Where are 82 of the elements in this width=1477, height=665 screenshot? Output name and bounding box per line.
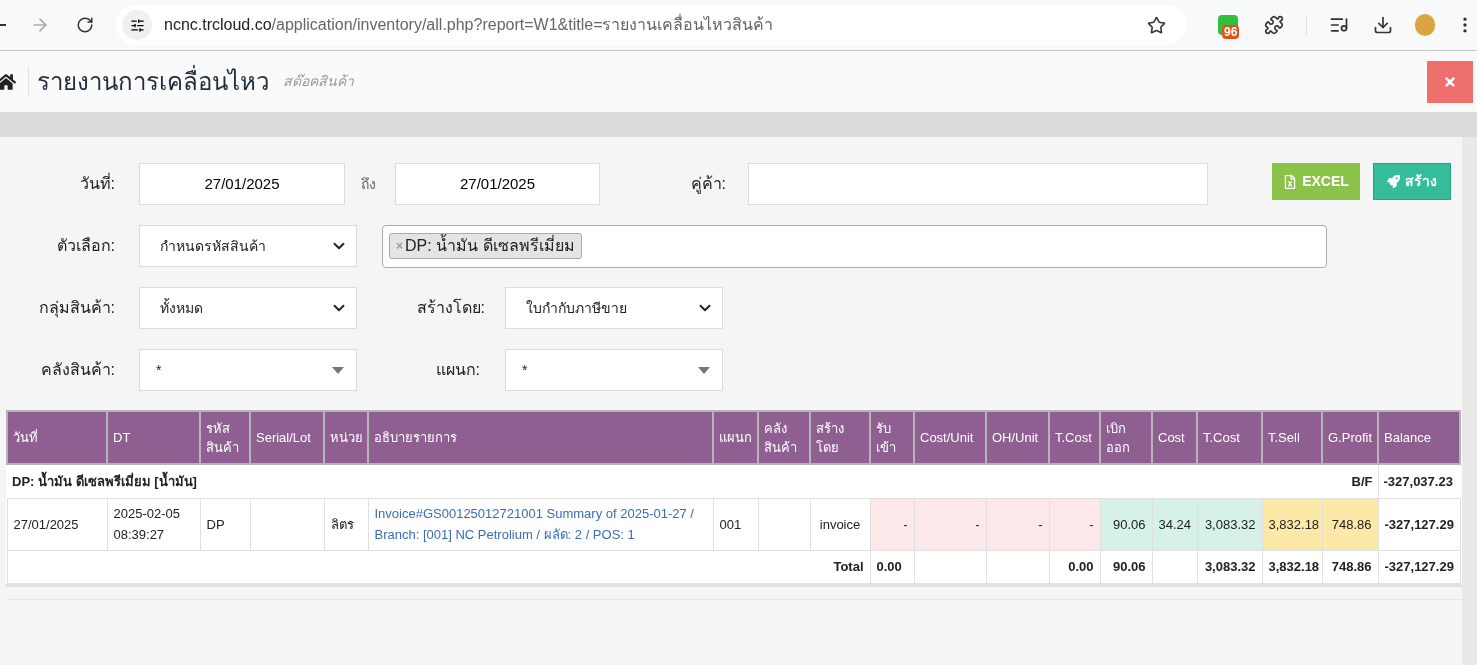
address-bar[interactable]: ncnc.trcloud.co/application/inventory/all.php?report=W1&title=รายงานเคลื่อนไหวสินค้า (116, 5, 1186, 45)
column-header: สร้าง โดย (810, 411, 870, 464)
column-header: แผนก (713, 411, 758, 464)
rocket-icon (1387, 175, 1400, 188)
column-header: Serial/Lot (250, 411, 324, 464)
bf-label: B/F (1351, 472, 1373, 491)
column-header: Cost/Unit (914, 411, 986, 464)
table-cell: invoice (810, 498, 870, 550)
download-icon[interactable] (1373, 15, 1393, 35)
page-subtitle: สต๊อคสินค้า (283, 72, 354, 91)
reload-icon[interactable] (76, 16, 94, 34)
column-header: อธิบายรายการ (368, 411, 713, 464)
product-tag[interactable]: ×DP: น้ำมัน ดีเซลพรีเมี่ยม (389, 233, 582, 259)
column-header: Cost (1152, 411, 1197, 464)
total-label: Total (833, 558, 864, 574)
close-icon (1443, 74, 1457, 89)
column-header: OH/Unit (986, 411, 1049, 464)
extensions-icon[interactable] (1264, 15, 1284, 35)
bookmark-star-icon[interactable] (1147, 15, 1166, 35)
column-header: DT (107, 411, 200, 464)
url-text: ncnc.trcloud.co/application/inventory/all.php?report=W1&title=รายงานเคลื่อนไหวสินค้า (164, 13, 774, 35)
column-header: รับ เข้า (870, 411, 914, 464)
product-group-label: DP: น้ำมัน ดีเซลพรีเมี่ยม [น้ำมัน] (12, 471, 197, 491)
home-icon[interactable] (0, 71, 16, 92)
close-button[interactable] (1427, 60, 1473, 103)
table-cell: 0.00 (1049, 550, 1100, 583)
table-cell: 3,083.32 (1197, 550, 1262, 583)
select-field[interactable]: ทั้งหมด (139, 287, 357, 329)
tag-label: DP: น้ำมัน ดีเซลพรีเมี่ยม (405, 234, 575, 258)
extension-badge: 96 (1222, 25, 1240, 39)
table-cell: 748.86 (1322, 550, 1378, 583)
field-label: ตัวเลือก: (55, 236, 115, 256)
table-cell: 748.86 (1322, 498, 1378, 550)
table-cell: 90.06 (1100, 550, 1152, 583)
table-cell: 0.00 (870, 550, 914, 583)
table-cell: 2025-02-05 08:39:27 (107, 498, 200, 550)
column-header: G.Profit (1322, 411, 1378, 464)
select-field[interactable]: ใบกำกับภาษีขาย (505, 287, 723, 329)
field-label: คู่ค้า: (689, 174, 726, 196)
table-cell: -327,127.29 (1378, 550, 1460, 583)
field-label: สร้างโดย: (415, 297, 485, 318)
partner-field[interactable] (748, 163, 1208, 205)
product-tag-field[interactable]: ×DP: น้ำมัน ดีเซลพรีเมี่ยม (382, 224, 1327, 268)
table-cell: 90.06 (1100, 498, 1152, 550)
date-from-field[interactable]: 27/01/2025 (139, 163, 345, 205)
triangle-icon (332, 366, 344, 374)
combo-box[interactable]: * (139, 349, 357, 391)
date-to-field[interactable]: 27/01/2025 (395, 163, 600, 205)
spreadsheet-file-icon (1283, 174, 1298, 189)
table-cell: 3,832.18 (1262, 550, 1322, 583)
column-header: T.Sell (1262, 411, 1322, 464)
page-title: รายงานการเคลื่อนไหว (37, 64, 269, 97)
column-header: หน่วย (324, 411, 368, 464)
table-cell: - (914, 498, 986, 550)
table-cell: DP (200, 498, 250, 550)
triangle-icon (698, 366, 710, 374)
column-header: T.Cost (1049, 411, 1100, 464)
table-cell: - (870, 498, 914, 550)
column-header: Balance (1378, 411, 1460, 464)
table-cell: 3,832.18 (1262, 498, 1322, 550)
select-field[interactable]: กำหนดรหัสสินค้า (139, 225, 357, 267)
table-cell: - (1049, 498, 1100, 550)
column-header: วันที่ (7, 411, 107, 464)
table-cell: 3,083.32 (1197, 498, 1262, 550)
column-header: เบิก ออก (1100, 411, 1152, 464)
table-cell: -327,127.29 (1378, 498, 1460, 550)
field-label: แผนก: (434, 360, 480, 380)
combo-box[interactable]: * (505, 349, 723, 391)
to-label: ถึง (361, 174, 377, 194)
field-label: คลังสินค้า: (39, 360, 115, 380)
table-cell: 34.24 (1152, 498, 1197, 550)
column-header: คลัง สินค้า (758, 411, 810, 464)
site-settings-icon[interactable] (122, 10, 152, 40)
field-label: กลุ่มสินค้า: (37, 298, 115, 320)
table-cell: 27/01/2025 (7, 498, 107, 550)
column-header: รหัส สินค้า (200, 411, 250, 464)
table-cell: 001 (713, 498, 758, 550)
table-cell: - (986, 498, 1049, 550)
column-header: T.Cost (1197, 411, 1262, 464)
field-label: วันที่: (78, 172, 115, 194)
table-cell: ลิตร (324, 498, 368, 550)
media-icon[interactable] (1329, 15, 1349, 35)
